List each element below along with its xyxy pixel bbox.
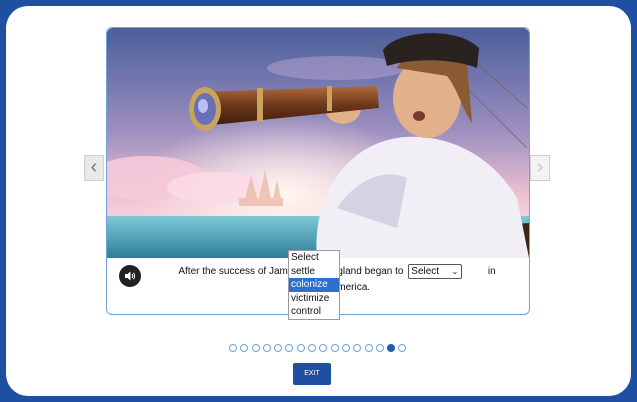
pagination-dot[interactable] (262, 343, 271, 352)
pagination-dot[interactable] (308, 343, 317, 352)
answer-option[interactable]: colonize (289, 278, 339, 292)
pagination-dot[interactable] (251, 343, 260, 352)
pagination-dot[interactable] (364, 343, 373, 352)
audio-button[interactable] (119, 265, 141, 287)
answer-select-value: Select (411, 266, 440, 277)
answer-options-list: Select settle colonize victimize control (288, 250, 340, 320)
answer-option[interactable]: control (289, 305, 339, 319)
chevron-down-icon: ⌄ (451, 267, 459, 276)
speaker-icon (125, 271, 136, 281)
pagination-dot[interactable] (229, 343, 237, 352)
sentence-after: in (487, 266, 496, 278)
pagination-dot[interactable] (341, 343, 350, 352)
pagination-dot[interactable] (387, 343, 396, 352)
pagination-dot[interactable] (274, 343, 283, 352)
pagination-dot[interactable] (296, 343, 305, 352)
pagination-dot[interactable] (353, 343, 362, 352)
answer-option[interactable]: settle (289, 265, 339, 279)
answer-option[interactable]: Select (289, 251, 339, 265)
next-slide-button[interactable]: › (530, 155, 550, 181)
pagination-dot[interactable] (330, 343, 339, 352)
pagination-dot[interactable] (375, 343, 384, 352)
exit-button[interactable]: EXIT (293, 363, 331, 385)
answer-option[interactable]: victimize (289, 292, 339, 306)
answer-select[interactable]: Select ⌄ (408, 264, 463, 279)
previous-slide-button[interactable]: ‹ (84, 155, 104, 181)
explorer-illustration (107, 28, 529, 258)
slide-pagination (229, 339, 410, 352)
